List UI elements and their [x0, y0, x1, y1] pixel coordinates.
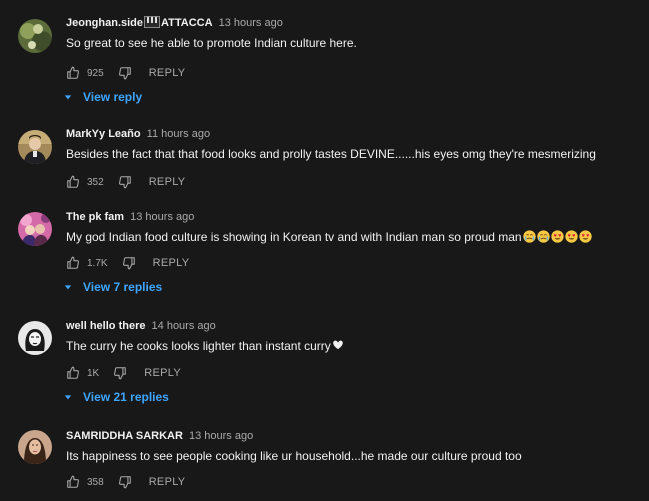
caret-down-icon — [64, 285, 72, 290]
avatar-image — [18, 321, 52, 355]
avatar[interactable] — [18, 19, 52, 53]
comments-section: Jeonghan.side ATTACCA 13 hours ago So gre… — [0, 0, 649, 501]
thumb-down-icon[interactable] — [122, 256, 136, 270]
avatar-image — [18, 19, 52, 53]
comment-text: So great to see he able to promote India… — [66, 36, 357, 50]
comment-header: well hello there 14 hours ago — [66, 319, 216, 333]
avatar[interactable] — [18, 321, 52, 355]
thumb-up-icon[interactable] — [66, 66, 80, 80]
view-replies-button[interactable]: View reply — [64, 90, 142, 104]
like-count: 1.7K — [87, 257, 108, 269]
avatar[interactable] — [18, 130, 52, 164]
caret-down-icon — [64, 95, 72, 100]
comment-text: The curry he cooks looks lighter than in… — [66, 338, 344, 354]
heart-eyes-emoji — [550, 230, 564, 243]
caret-down-icon — [64, 395, 72, 400]
comment-text-body: My god Indian food culture is showing in… — [66, 230, 522, 244]
avatar-image — [18, 130, 52, 164]
thumb-up-icon[interactable] — [66, 366, 80, 380]
avatar-image — [18, 430, 52, 464]
like-count: 1K — [87, 367, 100, 379]
author-name[interactable]: The pk fam — [66, 211, 124, 223]
thumb-up-icon[interactable] — [66, 175, 80, 189]
thumb-up-icon[interactable] — [66, 256, 80, 270]
like-count: 358 — [87, 476, 104, 488]
view-replies-label: View 21 replies — [83, 390, 169, 404]
comment-header: Jeonghan.side ATTACCA 13 hours ago — [66, 16, 283, 32]
thumb-down-icon[interactable] — [113, 366, 127, 380]
heart-eyes-emoji — [578, 230, 592, 243]
author-name-suffix[interactable]: ATTACCA — [161, 17, 213, 29]
like-count: 352 — [87, 176, 104, 188]
view-replies-label: View reply — [83, 90, 143, 104]
view-replies-button[interactable]: View 7 replies — [64, 280, 162, 294]
avatar[interactable] — [18, 212, 52, 246]
comment-text: My god Indian food culture is showing in… — [66, 229, 592, 245]
thumb-down-icon[interactable] — [118, 66, 132, 80]
thumb-down-icon[interactable] — [118, 175, 132, 189]
comment-timestamp[interactable]: 13 hours ago — [189, 430, 253, 442]
musical-keys-icon — [144, 16, 161, 32]
avatar-image — [18, 212, 52, 246]
crying-face-emoji — [536, 230, 550, 243]
comment-header: The pk fam 13 hours ago — [66, 210, 194, 224]
comment-timestamp[interactable]: 14 hours ago — [152, 320, 216, 332]
reply-button[interactable]: REPLY — [144, 367, 181, 379]
comment-text: Its happiness to see people cooking like… — [66, 449, 522, 463]
comment-actions: 925 REPLY — [66, 65, 185, 81]
view-replies-button[interactable]: View 21 replies — [64, 390, 169, 404]
comment-timestamp[interactable]: 11 hours ago — [147, 128, 210, 140]
reply-button[interactable]: REPLY — [153, 257, 190, 269]
comment-text: Besides the fact that that food looks an… — [66, 147, 596, 161]
heart-icon — [332, 340, 343, 350]
reply-button[interactable]: REPLY — [149, 67, 186, 79]
comment-timestamp[interactable]: 13 hours ago — [219, 17, 283, 29]
comment-actions: 1K REPLY — [66, 365, 181, 381]
like-count: 925 — [87, 67, 104, 79]
author-name[interactable]: well hello there — [66, 320, 145, 332]
avatar[interactable] — [18, 430, 52, 464]
reply-button[interactable]: REPLY — [149, 476, 186, 488]
heart-eyes-emoji — [564, 230, 578, 243]
thumb-down-icon[interactable] — [118, 475, 132, 489]
reply-button[interactable]: REPLY — [149, 176, 186, 188]
thumb-up-icon[interactable] — [66, 475, 80, 489]
author-name[interactable]: Jeonghan.side — [66, 17, 143, 29]
author-name[interactable]: MarkYy Leaño — [66, 128, 141, 140]
comment-actions: 358 REPLY — [66, 474, 185, 490]
view-replies-label: View 7 replies — [83, 280, 163, 294]
comment-header: SAMRIDDHA SARKAR 13 hours ago — [66, 429, 253, 443]
comment-header: MarkYy Leaño 11 hours ago — [66, 127, 210, 141]
comment-text-body: The curry he cooks looks lighter than in… — [66, 339, 331, 353]
comment-actions: 352 REPLY — [66, 174, 185, 190]
comment-actions: 1.7K REPLY — [66, 255, 189, 271]
author-name[interactable]: SAMRIDDHA SARKAR — [66, 430, 183, 442]
comment-timestamp[interactable]: 13 hours ago — [130, 211, 194, 223]
crying-face-emoji — [522, 230, 536, 243]
